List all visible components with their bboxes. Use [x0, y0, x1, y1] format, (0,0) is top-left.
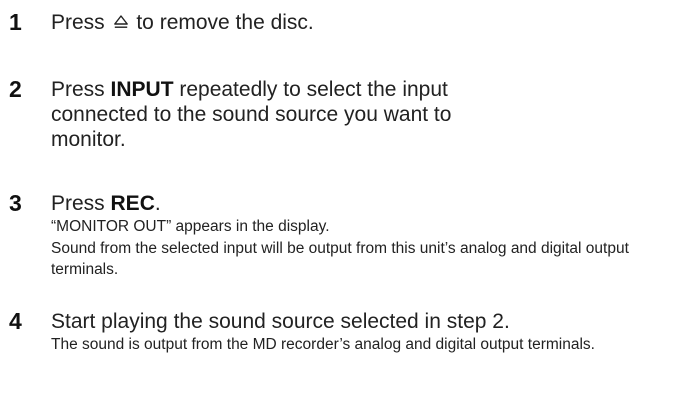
- instruction-text: .: [154, 192, 161, 215]
- step-instruction: Press to remove the disc.: [51, 10, 671, 36]
- step-number: 3: [9, 190, 22, 216]
- detail-line: The sound is output from the MD recorder…: [51, 336, 595, 353]
- eject-icon: [113, 11, 129, 36]
- step-detail: “MONITOR OUT” appears in the display. So…: [51, 216, 651, 281]
- detail-line: Sound from the selected input will be ou…: [51, 239, 629, 279]
- instruction-text: to remove the disc.: [130, 11, 314, 34]
- step-number: 1: [9, 9, 22, 35]
- step-detail: The sound is output from the MD recorder…: [51, 334, 676, 356]
- instruction-text: Start playing the sound source selected …: [51, 310, 510, 333]
- step-number: 4: [9, 308, 22, 334]
- step-instruction: Press REC.: [51, 191, 671, 216]
- instruction-text: Press: [51, 192, 111, 215]
- button-name-rec: REC: [110, 192, 155, 215]
- instruction-text: Press: [51, 78, 111, 101]
- detail-line: “MONITOR OUT” appears in the display.: [51, 218, 330, 235]
- instruction-text: Press: [51, 11, 111, 34]
- button-name-input: INPUT: [110, 78, 174, 101]
- step-number: 2: [9, 76, 22, 102]
- step-instruction: Start playing the sound source selected …: [51, 309, 671, 334]
- step-instruction: Press INPUT repeatedly to select the inp…: [51, 77, 491, 152]
